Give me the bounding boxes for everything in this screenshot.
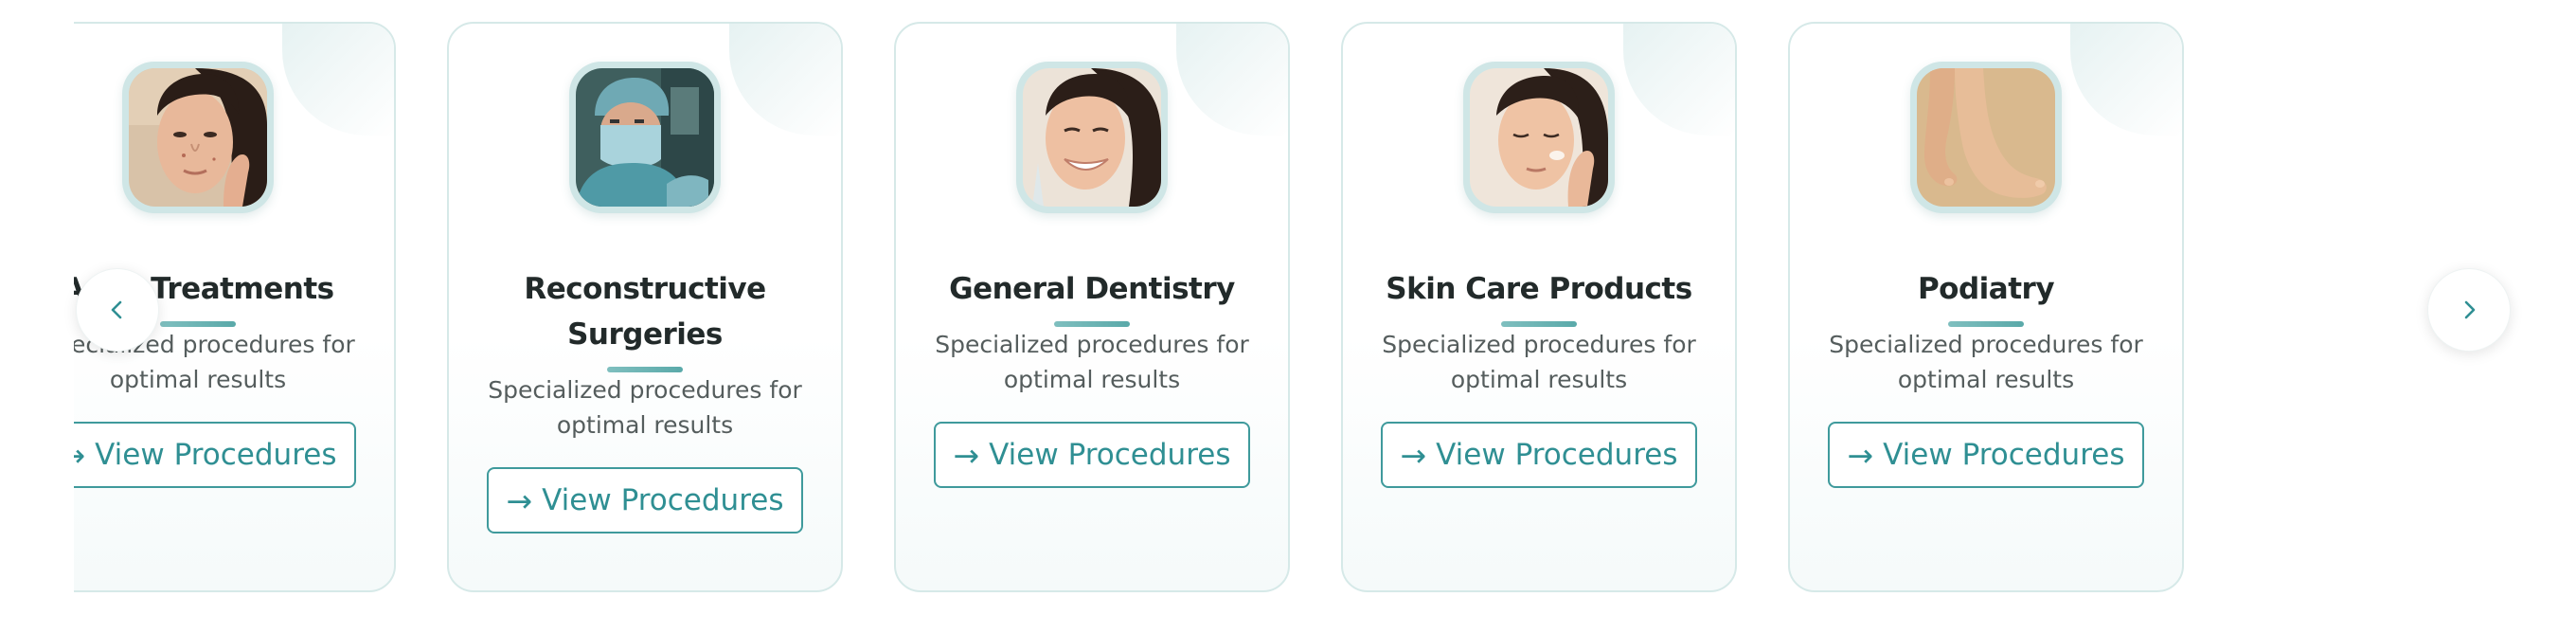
podiatry-photo (1917, 68, 2055, 207)
card-description: Specialized procedures for optimal resul… (935, 331, 1249, 393)
carousel-next-button[interactable] (2427, 268, 2511, 352)
view-procedures-button[interactable]: → View Procedures (74, 422, 356, 488)
procedure-photo-frame (1463, 62, 1615, 213)
card-description: Specialized procedures for optimal resul… (488, 376, 802, 439)
arrow-right-icon: → (506, 481, 533, 519)
card-description: Specialized procedures for optimal resul… (1382, 331, 1696, 393)
button-label: View Procedures (95, 438, 337, 472)
view-procedures-button[interactable]: → View Procedures (1381, 422, 1697, 488)
chevron-right-icon (2464, 300, 2476, 319)
card-corner-decoration (2070, 24, 2182, 136)
button-label: View Procedures (989, 438, 1231, 472)
procedures-carousel: Acne Treatments Specialized procedures f… (0, 0, 2576, 633)
skin-care-photo (1470, 68, 1608, 207)
arrow-right-icon: → (1847, 436, 1874, 474)
reconstructive-surgery-photo (576, 68, 714, 207)
arrow-right-icon: → (1400, 436, 1427, 474)
arrow-right-icon: → (74, 440, 85, 471)
card-title: Reconstructive Surgeries (524, 272, 766, 352)
card-corner-decoration (1623, 24, 1735, 136)
procedure-photo-frame (1016, 62, 1168, 213)
general-dentistry-photo (1023, 68, 1161, 207)
procedure-photo-frame (569, 62, 721, 213)
button-label: View Procedures (1883, 438, 2125, 472)
procedure-photo-frame (1910, 62, 2062, 213)
procedure-card-podiatry: Podiatry Specialized procedures for opti… (1788, 22, 2184, 592)
card-corner-decoration (282, 24, 394, 136)
acne-treatment-photo (129, 68, 267, 207)
view-procedures-button[interactable]: → View Procedures (934, 422, 1250, 488)
arrow-right-icon: → (953, 436, 980, 474)
view-procedures-button[interactable]: → View Procedures (1828, 422, 2144, 488)
button-label: View Procedures (1436, 438, 1678, 472)
procedure-photo-frame (122, 62, 274, 213)
card-title: Skin Care Products (1386, 272, 1692, 306)
carousel-viewport: Acne Treatments Specialized procedures f… (74, 0, 2227, 633)
chevron-left-icon (111, 300, 122, 319)
view-procedures-button[interactable]: → View Procedures (487, 467, 803, 534)
procedure-card-general-dentistry: General Dentistry Specialized procedures… (894, 22, 1290, 592)
card-title: Podiatry (1917, 272, 2055, 306)
procedure-card-skin-care-products: Skin Care Products Specialized procedure… (1341, 22, 1737, 592)
card-title: General Dentistry (949, 272, 1235, 306)
card-corner-decoration (729, 24, 841, 136)
button-label: View Procedures (542, 483, 784, 517)
card-corner-decoration (1176, 24, 1288, 136)
card-description: Specialized procedures for optimal resul… (1829, 331, 2143, 393)
carousel-prev-button[interactable] (76, 268, 159, 352)
procedure-card-reconstructive-surgeries: Reconstructive Surgeries Specialized pro… (447, 22, 843, 592)
